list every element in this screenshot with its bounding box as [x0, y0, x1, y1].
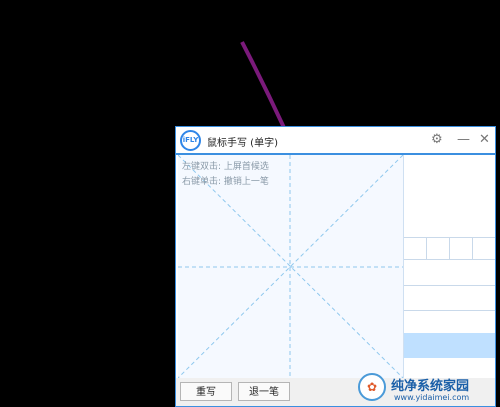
candidate-divider — [404, 285, 495, 286]
watermark-url: www.yidaimei.com — [394, 393, 470, 402]
close-icon[interactable]: ✕ — [479, 132, 490, 148]
writing-area[interactable]: 左键双击: 上屏首候选 右键单击: 撤销上一笔 — [178, 155, 404, 378]
handwriting-window: iFLY 鼠标手写 (单字) ⚙ — ✕ 左键双击: 上屏首候选 右键单击: 撤… — [175, 126, 496, 407]
rewrite-button[interactable]: 重写 — [180, 382, 232, 401]
ifly-logo: iFLY — [180, 130, 201, 151]
candidate-divider — [449, 237, 450, 259]
watermark-title: 纯净系统家园 — [391, 379, 470, 394]
hint-right-click: 右键单击: 撤销上一笔 — [182, 177, 269, 187]
gear-icon[interactable]: ⚙ — [431, 132, 443, 148]
candidate-divider — [472, 237, 473, 259]
candidate-divider — [404, 259, 495, 260]
window-title: 鼠标手写 (单字) — [207, 138, 278, 149]
candidate-highlight[interactable] — [404, 333, 495, 358]
site-watermark: ✿ 纯净系统家园 www.yidaimei.com — [358, 373, 500, 407]
writing-guide-grid — [178, 155, 403, 378]
candidate-divider — [404, 310, 495, 311]
candidate-divider — [426, 237, 427, 259]
undo-stroke-button[interactable]: 退一笔 — [238, 382, 290, 401]
candidate-panel[interactable] — [404, 155, 495, 378]
watermark-logo-icon: ✿ — [358, 373, 386, 401]
hint-double-click: 左键双击: 上屏首候选 — [182, 162, 269, 172]
title-bar[interactable]: iFLY 鼠标手写 (单字) ⚙ — ✕ — [176, 127, 495, 155]
minimize-icon[interactable]: — — [457, 132, 470, 148]
